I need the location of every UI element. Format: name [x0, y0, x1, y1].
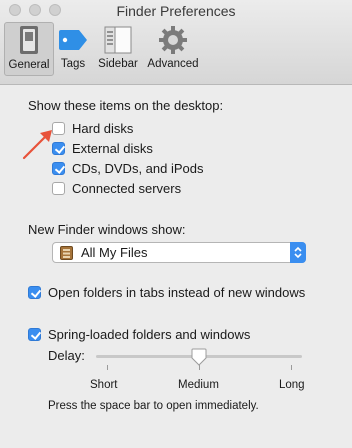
tab-tags[interactable]: Tags	[54, 22, 92, 76]
tick-label-long: Long	[279, 379, 305, 391]
toolbar: Finder Preferences General Tags Sidebar …	[0, 0, 352, 85]
checkbox[interactable]	[52, 182, 65, 195]
checkbox[interactable]	[28, 286, 41, 299]
tab-label: Tags	[60, 58, 86, 70]
tab-sidebar[interactable]: Sidebar	[92, 22, 144, 76]
tab-label: Advanced	[147, 58, 199, 70]
select-stepper[interactable]	[290, 242, 306, 263]
updown-chevron-icon	[294, 246, 302, 259]
spring-loaded-hint: Press the space bar to open immediately.	[48, 400, 259, 412]
sidebar-icon	[104, 26, 132, 54]
checkbox-label: Open folders in tabs instead of new wind…	[48, 285, 306, 300]
annotation-arrow-icon	[22, 130, 52, 160]
delay-label: Delay:	[48, 348, 85, 363]
general-switch-icon	[20, 26, 38, 54]
desktop-items-heading: Show these items on the desktop:	[28, 98, 224, 113]
tab-label: Sidebar	[98, 58, 138, 70]
select-value: All My Files	[81, 245, 148, 260]
finder-preferences-window: Finder Preferences General Tags Sidebar …	[0, 0, 352, 448]
gear-icon	[159, 26, 187, 54]
general-pane: Show these items on the desktop: Hard di…	[8, 90, 342, 430]
tick-label-short: Short	[90, 379, 118, 391]
delay-slider-knob[interactable]	[191, 348, 207, 366]
new-window-target-select[interactable]: All My Files	[52, 242, 306, 263]
checkbox-label: Spring-loaded folders and windows	[48, 327, 251, 342]
checkbox[interactable]	[28, 328, 41, 341]
slider-tick	[107, 365, 108, 370]
tab-label: General	[8, 59, 50, 71]
slider-tick	[291, 365, 292, 370]
window-title: Finder Preferences	[116, 3, 236, 19]
slider-knob-icon	[191, 348, 207, 366]
checkbox-label: CDs, DVDs, and iPods	[72, 161, 204, 176]
checkbox-label: Hard disks	[72, 121, 134, 136]
tick-label-medium: Medium	[178, 379, 219, 391]
checkbox-label: Connected servers	[72, 181, 182, 196]
tab-general[interactable]: General	[4, 22, 54, 76]
new-window-heading: New Finder windows show:	[28, 222, 186, 237]
tag-icon	[59, 30, 87, 50]
all-my-files-icon	[60, 246, 73, 260]
checkbox-label: External disks	[72, 141, 153, 156]
tab-advanced[interactable]: Advanced	[144, 22, 202, 76]
